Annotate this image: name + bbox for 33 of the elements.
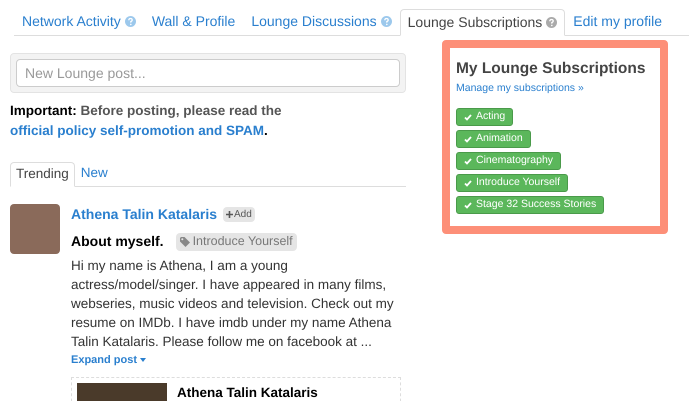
posting-notice: Important: Before posting, please read the official policy self-promotion and SPAM. bbox=[10, 102, 283, 140]
nav-tab[interactable]: Edit my profile bbox=[565, 8, 670, 35]
checkmark-icon bbox=[464, 180, 472, 186]
subscription-button[interactable]: Animation bbox=[456, 130, 531, 148]
preview-title: Athena Talin Katalaris bbox=[177, 384, 318, 400]
feed-tab[interactable]: Trending bbox=[10, 162, 75, 187]
new-post-field[interactable]: New Lounge post... bbox=[16, 59, 400, 87]
avatar-placeholder bbox=[10, 204, 60, 254]
checkmark-icon bbox=[464, 114, 472, 120]
subscription-button[interactable]: Stage 32 Success Stories bbox=[456, 196, 604, 214]
checkmark-icon bbox=[464, 202, 472, 208]
tag-icon bbox=[180, 236, 190, 246]
caret-icon bbox=[140, 358, 146, 362]
nav-tab[interactable]: Lounge Discussions bbox=[243, 8, 400, 35]
policy-link[interactable]: official policy self-promotion and SPAM bbox=[10, 123, 264, 138]
plus-icon bbox=[226, 211, 234, 218]
subscription-button[interactable]: Introduce Yourself bbox=[456, 174, 568, 192]
add-button[interactable]: Add bbox=[223, 207, 255, 222]
nav-tab[interactable]: Network Activity bbox=[14, 8, 144, 35]
panel-title: My Lounge Subscriptions bbox=[456, 59, 646, 79]
feed-tab[interactable]: New bbox=[74, 161, 114, 186]
nav-tab[interactable]: Lounge Subscriptions bbox=[400, 9, 566, 36]
post-body: Hi my name is Athena, I am a young actress/model/singer. I have appeared in many films, webseries, music videos and television. Check out my resume on IMDb. I have imdb under my name Athena Talin Katalaris. Please follow me on facebook at ... bbox=[71, 257, 395, 351]
checkmark-icon bbox=[464, 158, 472, 164]
checkmark-icon bbox=[464, 136, 472, 142]
subscription-button[interactable]: Cinematography bbox=[456, 152, 562, 170]
nav-tab[interactable]: Wall & Profile bbox=[144, 8, 244, 35]
subscription-button[interactable]: Acting bbox=[456, 108, 514, 126]
author-link[interactable]: Athena Talin Katalaris bbox=[71, 204, 218, 225]
expand-post-link[interactable]: Expand post bbox=[71, 352, 401, 368]
manage-subscriptions-link[interactable]: Manage my subscriptions » bbox=[456, 81, 654, 97]
post-title: About myself. bbox=[71, 232, 164, 251]
topic-tag[interactable]: Introduce Yourself bbox=[176, 232, 297, 250]
